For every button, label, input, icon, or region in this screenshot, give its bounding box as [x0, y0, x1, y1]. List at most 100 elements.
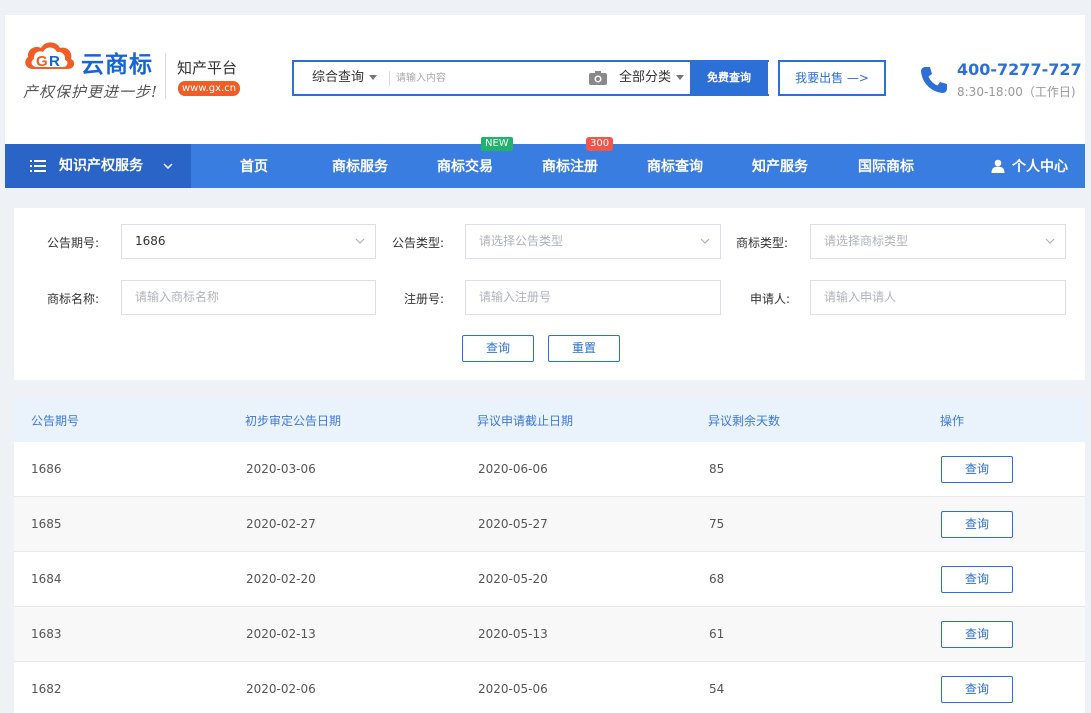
notice-type-select[interactable]: 请选择公告类型 [465, 224, 721, 259]
nav-item-international[interactable]: 国际商标 [858, 144, 914, 188]
category-menu-label: 知识产权服务 [59, 158, 143, 174]
mark-type-placeholder: 请选择商标类型 [824, 234, 909, 248]
cell-days-left: 85 [709, 462, 725, 476]
search-category-label: 全部分类 [619, 70, 672, 85]
table-row: 1683 2020-02-13 2020-05-13 61 查询 [14, 607, 1085, 662]
cell-deadline: 2020-05-13 [478, 627, 548, 641]
search-input[interactable] [396, 64, 576, 92]
cell-notice-date: 2020-02-13 [246, 627, 316, 641]
search-divider [389, 71, 390, 86]
nav-item-label: 商标查询 [647, 159, 703, 175]
menu-icon [30, 160, 46, 172]
column-header: 初步审定公告日期 [245, 414, 342, 428]
row-query-button[interactable]: 查询 [941, 621, 1013, 648]
chevron-down-icon [1045, 238, 1055, 244]
user-center-label: 个人中心 [1012, 159, 1068, 175]
nav-item-label: 商标交易 [437, 159, 493, 175]
cell-deadline: 2020-06-06 [478, 462, 548, 476]
mark-type-label: 商标类型: [736, 236, 789, 250]
new-badge: NEW [481, 137, 513, 151]
reg-no-label: 注册号: [404, 292, 445, 306]
cell-days-left: 75 [709, 517, 725, 531]
chevron-down-icon [163, 163, 173, 170]
nav-item-label: 国际商标 [858, 159, 914, 175]
reg-no-placeholder: 请输入注册号 [479, 290, 552, 304]
sell-button[interactable]: 我要出售 —> [778, 60, 886, 96]
nav-item-ip-service[interactable]: 知产服务 [752, 144, 808, 188]
notice-table: 公告期号 初步审定公告日期 异议申请截止日期 异议剩余天数 操作 1686 20… [14, 397, 1085, 713]
cell-issue-no: 1682 [31, 682, 62, 696]
applicant-placeholder: 请输入申请人 [824, 290, 897, 304]
cloud-logo-icon: G R [25, 42, 75, 70]
nav-item-label: 商标服务 [332, 159, 388, 175]
category-menu-button[interactable]: 知识产权服务 [5, 144, 191, 188]
row-query-button[interactable]: 查询 [941, 511, 1013, 538]
svg-text:R: R [49, 53, 60, 70]
mark-name-placeholder: 请输入商标名称 [135, 290, 220, 304]
mark-type-select[interactable]: 请选择商标类型 [810, 224, 1066, 259]
service-hours: 8:30-18:00（工作日) [957, 85, 1076, 99]
cell-issue-no: 1683 [31, 627, 62, 641]
cell-deadline: 2020-05-27 [478, 517, 548, 531]
cell-days-left: 68 [709, 572, 725, 586]
camera-icon[interactable] [589, 71, 607, 85]
brand-name: 知产平台 [177, 59, 238, 77]
row-query-button[interactable]: 查询 [941, 676, 1013, 703]
user-center-link[interactable]: 个人中心 [991, 144, 1068, 188]
query-button[interactable]: 查询 [462, 335, 534, 362]
cell-notice-date: 2020-02-27 [246, 517, 316, 531]
nav-item-trademark-service[interactable]: 商标服务 [332, 144, 388, 188]
mark-name-input[interactable]: 请输入商标名称 [121, 280, 376, 315]
column-header: 异议剩余天数 [708, 414, 781, 428]
mark-name-label: 商标名称: [47, 292, 100, 306]
table-row: 1685 2020-02-27 2020-05-27 75 查询 [14, 497, 1085, 552]
search-category-select[interactable]: 全部分类 [619, 62, 685, 94]
reg-no-input[interactable]: 请输入注册号 [465, 280, 721, 315]
count-badge: 300 [586, 137, 614, 151]
table-row: 1682 2020-02-06 2020-05-06 54 查询 [14, 662, 1085, 713]
reset-button[interactable]: 重置 [548, 335, 620, 362]
svg-text:G: G [36, 53, 48, 70]
site-logo[interactable]: G R 云商标 产权保护更进一步! [23, 39, 163, 103]
issue-no-select[interactable]: 1686 [121, 224, 376, 259]
cell-notice-date: 2020-02-20 [246, 572, 316, 586]
caret-down-icon [676, 75, 685, 80]
chevron-down-icon [700, 238, 710, 244]
search-submit-button[interactable]: 免费查询 [690, 60, 768, 96]
main-nav: 知识产权服务 首页 商标服务 商标交易 NEW 商标注册 300 商标查询 知产… [5, 137, 1085, 188]
table-row: 1686 2020-03-06 2020-06-06 85 查询 [14, 442, 1085, 497]
applicant-input[interactable]: 请输入申请人 [810, 280, 1066, 315]
table-header: 公告期号 初步审定公告日期 异议申请截止日期 异议剩余天数 操作 [14, 397, 1085, 442]
cell-deadline: 2020-05-20 [478, 572, 548, 586]
nav-item-trademark-register[interactable]: 商标注册 300 [542, 137, 614, 188]
search-type-label: 综合查询 [312, 70, 365, 85]
cell-notice-date: 2020-02-06 [246, 682, 316, 696]
nav-item-trademark-trade[interactable]: 商标交易 NEW [437, 137, 513, 188]
table-row: 1684 2020-02-20 2020-05-20 68 查询 [14, 552, 1085, 607]
nav-item-trademark-search[interactable]: 商标查询 [647, 144, 703, 188]
phone-number: 400-7277-727 [957, 60, 1082, 79]
applicant-label: 申请人: [750, 292, 791, 306]
row-query-button[interactable]: 查询 [941, 456, 1013, 483]
nav-item-label: 首页 [240, 159, 268, 175]
nav-item-label: 知产服务 [752, 159, 808, 175]
column-header: 异议申请截止日期 [477, 414, 574, 428]
issue-no-value: 1686 [135, 234, 166, 248]
search-type-select[interactable]: 综合查询 [312, 62, 378, 94]
brand-divider [165, 53, 166, 99]
row-query-button[interactable]: 查询 [941, 566, 1013, 593]
cell-days-left: 54 [709, 682, 725, 696]
logo-text: 云商标 [81, 52, 153, 78]
notice-type-placeholder: 请选择公告类型 [479, 234, 564, 248]
column-header: 公告期号 [31, 414, 80, 428]
logo-slogan: 产权保护更进一步! [23, 83, 159, 101]
cell-deadline: 2020-05-06 [478, 682, 548, 696]
cell-issue-no: 1684 [31, 572, 62, 586]
filter-panel: 公告期号: 1686 公告类型: 请选择公告类型 商标类型: 请选择商标类型 商… [14, 208, 1085, 380]
issue-no-label: 公告期号: [47, 236, 100, 250]
nav-item-home[interactable]: 首页 [240, 144, 268, 188]
nav-item-label: 商标注册 [542, 159, 598, 175]
site-header: G R 云商标 产权保护更进一步! 知产平台 www.gx.cn 综合查询 全部… [5, 15, 1085, 144]
column-header: 操作 [940, 414, 965, 428]
user-icon [991, 159, 1005, 173]
